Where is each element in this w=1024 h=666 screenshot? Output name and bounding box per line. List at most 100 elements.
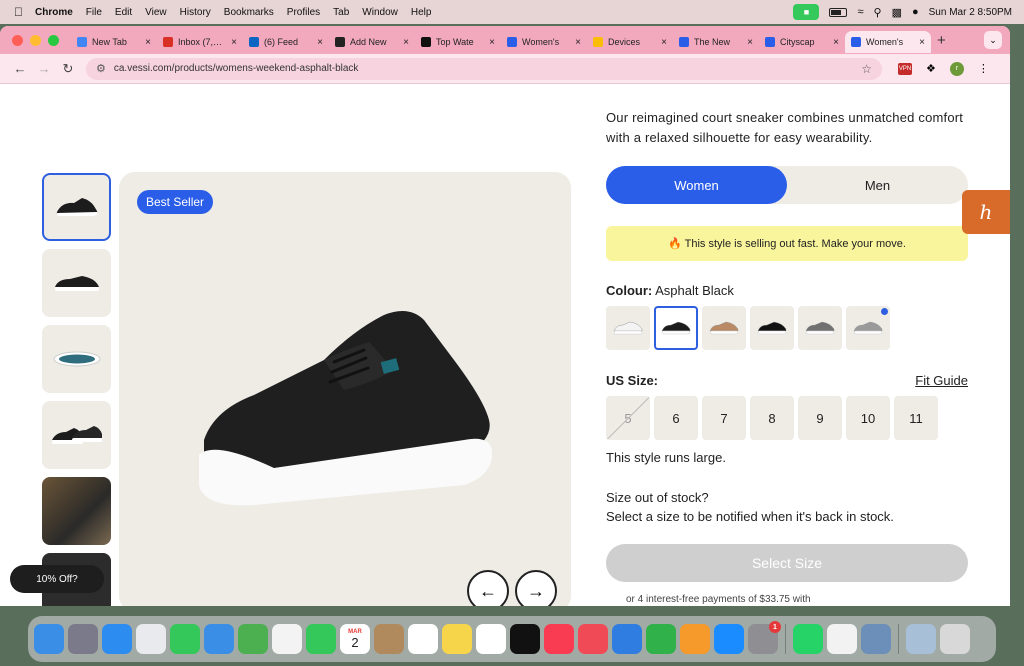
size-option[interactable]: 8 <box>750 396 794 440</box>
menu-help[interactable]: Help <box>411 7 432 18</box>
men-toggle-button[interactable]: Men <box>787 166 968 204</box>
menu-bookmarks[interactable]: Bookmarks <box>224 7 274 18</box>
colour-swatch-grey[interactable] <box>798 306 842 350</box>
size-option[interactable]: 9 <box>798 396 842 440</box>
freeform-icon[interactable] <box>476 624 506 654</box>
address-bar[interactable]: ⚙ ca.vessi.com/products/womens-weekend-a… <box>86 57 882 80</box>
browser-tab[interactable]: Women's × <box>501 31 587 53</box>
zoom-window-button[interactable] <box>48 34 59 46</box>
menu-profiles[interactable]: Profiles <box>287 7 320 18</box>
contacts-icon[interactable] <box>374 624 404 654</box>
calendar-icon[interactable]: MAR 2 <box>340 624 370 654</box>
back-icon[interactable]: ← <box>8 61 32 76</box>
colour-swatch-white[interactable] <box>606 306 650 350</box>
minimize-window-button[interactable] <box>30 34 41 46</box>
mail-icon[interactable] <box>204 624 234 654</box>
browser-tab[interactable]: New Tab × <box>71 31 157 53</box>
menu-history[interactable]: History <box>180 7 211 18</box>
control-center-icon[interactable]: ▩ <box>892 6 902 19</box>
tab-search-icon[interactable]: ⌄ <box>984 31 1002 49</box>
battery-icon[interactable] <box>829 7 848 17</box>
apple-menu-icon[interactable]:  <box>14 5 23 19</box>
extensions-puzzle-icon[interactable]: ❖ <box>926 62 936 75</box>
thumbnail-profile[interactable] <box>42 249 111 317</box>
bookmark-star-icon[interactable]: ☆ <box>861 62 872 76</box>
siri-icon[interactable]: ● <box>912 6 919 18</box>
tab-close-icon[interactable]: × <box>317 37 323 48</box>
menu-view[interactable]: View <box>145 7 167 18</box>
wifi-icon[interactable]: ≈ <box>857 6 863 18</box>
keynote-icon[interactable] <box>612 624 642 654</box>
women-toggle-button[interactable]: Women <box>606 166 787 204</box>
url-text[interactable]: ca.vessi.com/products/womens-weekend-asp… <box>114 63 861 74</box>
tab-close-icon[interactable]: × <box>145 37 151 48</box>
tab-close-icon[interactable]: × <box>489 37 495 48</box>
close-window-button[interactable] <box>12 34 23 46</box>
honey-extension-icon[interactable]: h <box>962 190 1010 234</box>
colour-swatch-tan[interactable] <box>702 306 746 350</box>
chrome-icon[interactable] <box>136 624 166 654</box>
new-tab-button[interactable]: + <box>937 32 946 49</box>
prev-image-button[interactable]: ← <box>467 570 509 606</box>
size-option[interactable]: 7 <box>702 396 746 440</box>
messages-icon[interactable] <box>170 624 200 654</box>
tab-close-icon[interactable]: × <box>661 37 667 48</box>
clock[interactable]: Sun Mar 2 8:50PM <box>929 7 1012 18</box>
colour-swatch-light-grey[interactable] <box>846 306 890 350</box>
tab-close-icon[interactable]: × <box>747 37 753 48</box>
app-store-icon[interactable] <box>714 624 744 654</box>
thumbnail-lifestyle-photo[interactable] <box>42 477 111 545</box>
reload-icon[interactable]: ↻ <box>56 61 80 77</box>
browser-tab[interactable]: Inbox (7,… × <box>157 31 243 53</box>
preview-icon[interactable] <box>861 624 891 654</box>
safari-icon[interactable] <box>102 624 132 654</box>
browser-tab[interactable]: Add New × <box>329 31 415 53</box>
tab-close-icon[interactable]: × <box>919 37 925 48</box>
reminders-icon[interactable] <box>408 624 438 654</box>
profile-avatar[interactable]: r <box>949 61 964 76</box>
size-option[interactable]: 5 <box>606 396 650 440</box>
fit-guide-link[interactable]: Fit Guide <box>915 373 968 388</box>
whatsapp-icon[interactable] <box>793 624 823 654</box>
maps-icon[interactable] <box>238 624 268 654</box>
thumbnail-side[interactable] <box>42 173 111 241</box>
facetime-status-icon[interactable]: ■ <box>793 4 820 20</box>
tab-close-icon[interactable]: × <box>231 37 237 48</box>
finder-icon[interactable] <box>34 624 64 654</box>
discount-popup-button[interactable]: 10% Off? <box>10 565 104 593</box>
notes-icon[interactable] <box>442 624 472 654</box>
menu-tab[interactable]: Tab <box>333 7 349 18</box>
tab-close-icon[interactable]: × <box>575 37 581 48</box>
site-info-icon[interactable]: ⚙ <box>96 62 106 75</box>
vpn-extension-icon[interactable]: VPN <box>898 62 912 75</box>
pages-icon[interactable] <box>680 624 710 654</box>
search-icon[interactable]: ⚲ <box>874 6 882 19</box>
colour-swatch-all-black[interactable] <box>750 306 794 350</box>
size-option[interactable]: 11 <box>894 396 938 440</box>
menu-chrome[interactable]: Chrome <box>35 7 73 18</box>
browser-tab[interactable]: Top Wate × <box>415 31 501 53</box>
colour-swatch-asphalt-black[interactable] <box>654 306 698 350</box>
forward-icon[interactable]: → <box>32 61 56 76</box>
size-option[interactable]: 6 <box>654 396 698 440</box>
trash-icon[interactable] <box>940 624 970 654</box>
menu-edit[interactable]: Edit <box>115 7 132 18</box>
music-icon[interactable] <box>544 624 574 654</box>
browser-tab[interactable]: Women's × <box>845 31 931 53</box>
tab-close-icon[interactable]: × <box>403 37 409 48</box>
browser-tab[interactable]: (6) Feed × <box>243 31 329 53</box>
thumbnail-pair[interactable] <box>42 401 111 469</box>
browser-tab[interactable]: Cityscap × <box>759 31 845 53</box>
browser-tab[interactable]: Devices × <box>587 31 673 53</box>
size-option[interactable]: 10 <box>846 396 890 440</box>
chrome-menu-icon[interactable]: ⋮ <box>978 62 989 75</box>
menu-window[interactable]: Window <box>362 7 398 18</box>
menu-file[interactable]: File <box>86 7 102 18</box>
facetime-icon[interactable] <box>306 624 336 654</box>
tab-close-icon[interactable]: × <box>833 37 839 48</box>
thumbnail-sole[interactable] <box>42 325 111 393</box>
select-size-button[interactable]: Select Size <box>606 544 968 582</box>
news-icon[interactable] <box>578 624 608 654</box>
system-settings-icon[interactable]: 1 <box>748 621 781 654</box>
textedit-icon[interactable] <box>827 624 857 654</box>
